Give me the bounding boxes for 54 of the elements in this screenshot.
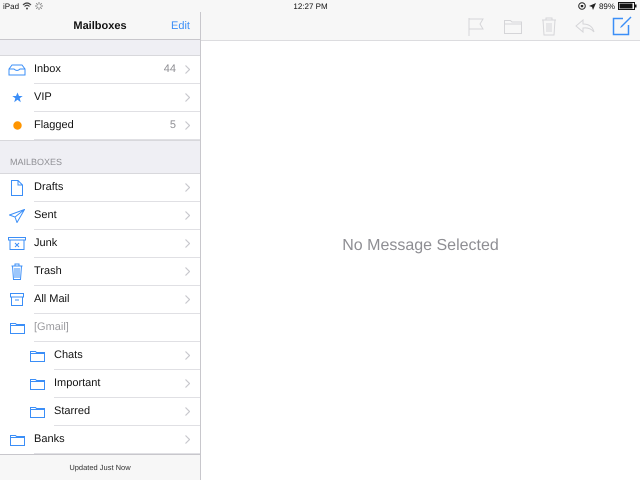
folder-icon xyxy=(30,378,44,390)
chevron-icon xyxy=(185,238,190,248)
mailbox-label: Flagged xyxy=(34,119,74,132)
mailbox-label: Drafts xyxy=(34,181,64,194)
compose-button[interactable] xyxy=(610,15,632,37)
mailbox-label: Important xyxy=(54,377,100,390)
inbox-tray-icon xyxy=(8,64,26,76)
folder-icon xyxy=(30,350,44,362)
sidebar-title: Mailboxes xyxy=(72,20,128,32)
section-header: MAILBOXES xyxy=(10,156,62,167)
mailbox-row[interactable]: Inbox 44 xyxy=(0,56,200,84)
star-icon xyxy=(12,92,22,104)
unread-count: 44 xyxy=(164,63,176,76)
mailbox-label: VIP xyxy=(34,91,52,104)
chevron-icon xyxy=(185,182,190,192)
chevron-icon xyxy=(185,120,190,130)
lock-rotation-icon xyxy=(578,2,586,10)
battery-percent: 89% xyxy=(598,2,615,10)
mailbox-label: Chats xyxy=(54,349,83,362)
folder-icon xyxy=(10,322,24,334)
mailbox-label: Trash xyxy=(34,265,62,278)
chevron-icon xyxy=(185,92,190,102)
chevron-icon xyxy=(185,294,190,304)
chevron-icon xyxy=(185,350,190,360)
mailbox-label: Junk xyxy=(34,237,58,250)
location-arrow-icon xyxy=(588,2,596,10)
empty-message: No Message Selected xyxy=(342,236,499,254)
device-name: iPad xyxy=(3,2,20,10)
wifi-icon xyxy=(22,2,32,10)
chevron-icon xyxy=(185,434,190,444)
archive-box-icon xyxy=(10,293,24,306)
clock-time: 12:27 PM xyxy=(293,2,328,10)
compose-icon xyxy=(610,15,632,37)
chevron-icon xyxy=(185,406,190,416)
document-icon xyxy=(11,180,23,196)
chevron-icon xyxy=(185,210,190,220)
flag-dot-icon xyxy=(12,121,22,130)
mailbox-label: Inbox xyxy=(34,63,61,76)
mailbox-label: All Mail xyxy=(34,293,70,306)
chevron-icon xyxy=(185,266,190,276)
mailbox-label: [Gmail] xyxy=(34,321,69,334)
trash-icon xyxy=(11,263,23,280)
battery-icon xyxy=(618,2,637,10)
mailbox-label: Banks xyxy=(34,433,65,446)
folder-icon xyxy=(30,406,44,418)
chevron-icon xyxy=(185,64,190,74)
folder-icon xyxy=(10,434,24,446)
junk-bin-icon xyxy=(8,237,26,250)
paper-plane-icon xyxy=(9,208,25,223)
mailbox-label: Sent xyxy=(34,209,57,222)
mailbox-label: Starred xyxy=(54,405,90,418)
activity-icon xyxy=(35,2,44,10)
unread-count: 5 xyxy=(170,119,176,132)
chevron-icon xyxy=(185,378,190,388)
